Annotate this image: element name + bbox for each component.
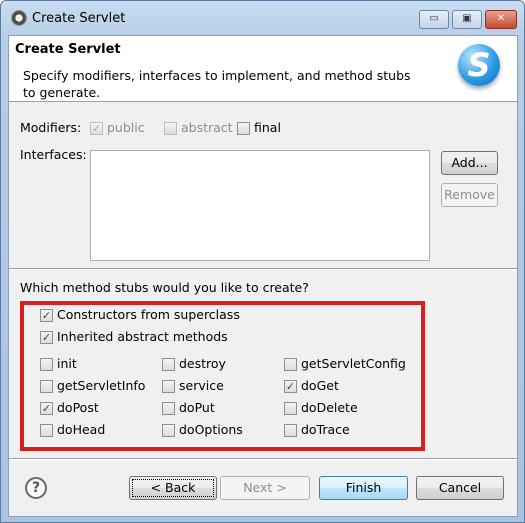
stub-getServletInfo-label: getServletInfo: [57, 378, 146, 393]
divider: [9, 268, 517, 270]
stub-doTrace-checkbox[interactable]: [284, 424, 297, 437]
interfaces-label: Interfaces:: [20, 147, 87, 162]
stub-general-1-label: Inherited abstract methods: [57, 329, 228, 344]
stub-doOptions-checkbox[interactable]: [162, 424, 175, 437]
stub-getServletConfig-checkbox[interactable]: [284, 358, 297, 371]
page-description: Specify modifiers, interfaces to impleme…: [23, 68, 411, 100]
stub-doDelete-checkbox[interactable]: [284, 402, 297, 415]
remove-interface-button[interactable]: Remove: [441, 183, 498, 207]
stub-doPost-label: doPost: [57, 400, 99, 415]
modifier-final-checkbox[interactable]: [237, 122, 250, 135]
modifier-abstract-label: abstract: [181, 120, 233, 135]
wizard-header: Create Servlet Specify modifiers, interf…: [9, 36, 517, 102]
help-icon[interactable]: ?: [25, 477, 47, 499]
close-button[interactable]: ✕: [485, 10, 517, 29]
add-interface-button[interactable]: Add...: [441, 151, 498, 175]
servlet-logo-icon: S: [458, 44, 500, 86]
cancel-button[interactable]: Cancel: [416, 476, 504, 500]
finish-button[interactable]: Finish: [319, 476, 408, 500]
next-button[interactable]: Next >: [220, 476, 310, 500]
stub-doPut-checkbox[interactable]: [162, 402, 175, 415]
stub-getServletInfo-checkbox[interactable]: [40, 380, 53, 393]
stub-doGet-checkbox[interactable]: ✓: [284, 380, 297, 393]
maximize-button[interactable]: ▣: [452, 10, 482, 29]
stub-init-checkbox[interactable]: [40, 358, 53, 371]
stub-getServletConfig-label: getServletConfig: [301, 356, 406, 371]
minimize-button[interactable]: ▭: [419, 10, 449, 29]
modifier-public-checkbox[interactable]: ✓: [90, 122, 103, 135]
stub-doGet-label: doGet: [301, 378, 339, 393]
title-bar: Create Servlet ▭ ▣ ✕: [1, 1, 524, 35]
stub-doHead-label: doHead: [57, 422, 106, 437]
back-button[interactable]: < Back: [129, 476, 217, 500]
modifier-final-label: final: [254, 120, 281, 135]
stub-init-label: init: [57, 356, 77, 371]
interfaces-list[interactable]: [90, 150, 430, 261]
stub-destroy-checkbox[interactable]: [162, 358, 175, 371]
stub-general-0-checkbox[interactable]: ✓: [40, 309, 53, 322]
stub-doOptions-label: doOptions: [179, 422, 243, 437]
stub-general-1-checkbox[interactable]: ✓: [40, 331, 53, 344]
dialog-content: Create Servlet Specify modifiers, interf…: [8, 35, 518, 517]
stub-doPut-label: doPut: [179, 400, 215, 415]
stub-doTrace-label: doTrace: [301, 422, 350, 437]
eclipse-app-icon: [11, 10, 27, 26]
stub-service-checkbox[interactable]: [162, 380, 175, 393]
stub-general-0-label: Constructors from superclass: [57, 307, 240, 322]
modifier-abstract-checkbox[interactable]: [164, 122, 177, 135]
page-title: Create Servlet: [15, 42, 121, 57]
modifier-public-label: public: [107, 120, 145, 135]
stub-doPost-checkbox[interactable]: ✓: [40, 402, 53, 415]
window-title: Create Servlet: [32, 11, 126, 26]
stubs-question: Which method stubs would you like to cre…: [20, 280, 309, 295]
stub-destroy-label: destroy: [179, 356, 226, 371]
stub-doHead-checkbox[interactable]: [40, 424, 53, 437]
stub-service-label: service: [179, 378, 224, 393]
divider: [9, 458, 517, 460]
stub-doDelete-label: doDelete: [301, 400, 358, 415]
modifiers-label: Modifiers:: [20, 120, 82, 135]
dialog-window: Create Servlet ▭ ▣ ✕ Create Servlet Spec…: [0, 0, 525, 523]
